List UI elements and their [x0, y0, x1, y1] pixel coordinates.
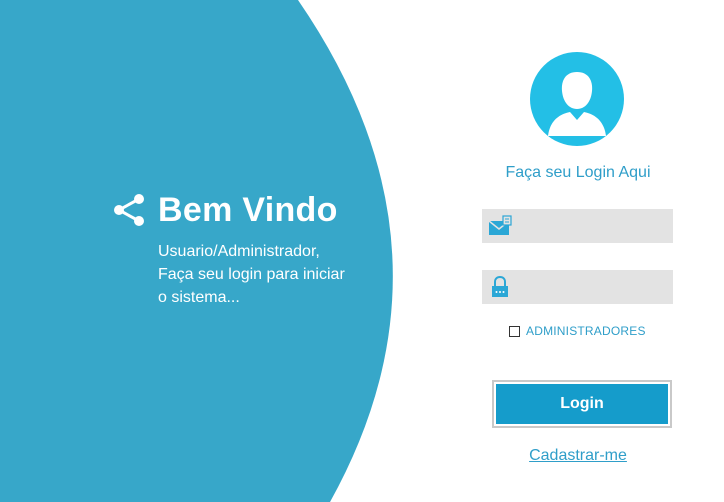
login-button-label[interactable]: Login	[496, 384, 668, 424]
welcome-title: Bem Vindo	[158, 191, 338, 229]
username-field[interactable]	[482, 209, 673, 245]
password-input[interactable]	[518, 270, 672, 306]
login-button[interactable]: Login	[492, 380, 672, 428]
welcome-title-row: Bem Vindo	[110, 188, 370, 232]
mail-icon	[488, 214, 512, 238]
login-heading: Faça seu Login Aqui	[505, 164, 651, 181]
register-link[interactable]: Cadastrar-me	[470, 447, 686, 465]
password-field[interactable]	[482, 270, 673, 306]
admin-checkbox[interactable]	[509, 325, 520, 337]
admin-checkbox-label[interactable]: ADMINISTRADORES	[526, 324, 646, 338]
user-avatar-icon	[530, 52, 624, 146]
welcome-block: Bem Vindo Usuario/Administrador, Faça se…	[110, 188, 370, 309]
username-input[interactable]	[518, 209, 672, 245]
lock-icon	[488, 275, 512, 299]
admin-checkbox-row[interactable]: ADMINISTRADORES	[509, 324, 646, 338]
share-icon	[110, 191, 148, 229]
welcome-subtitle: Usuario/Administrador, Faça seu login pa…	[158, 243, 345, 306]
